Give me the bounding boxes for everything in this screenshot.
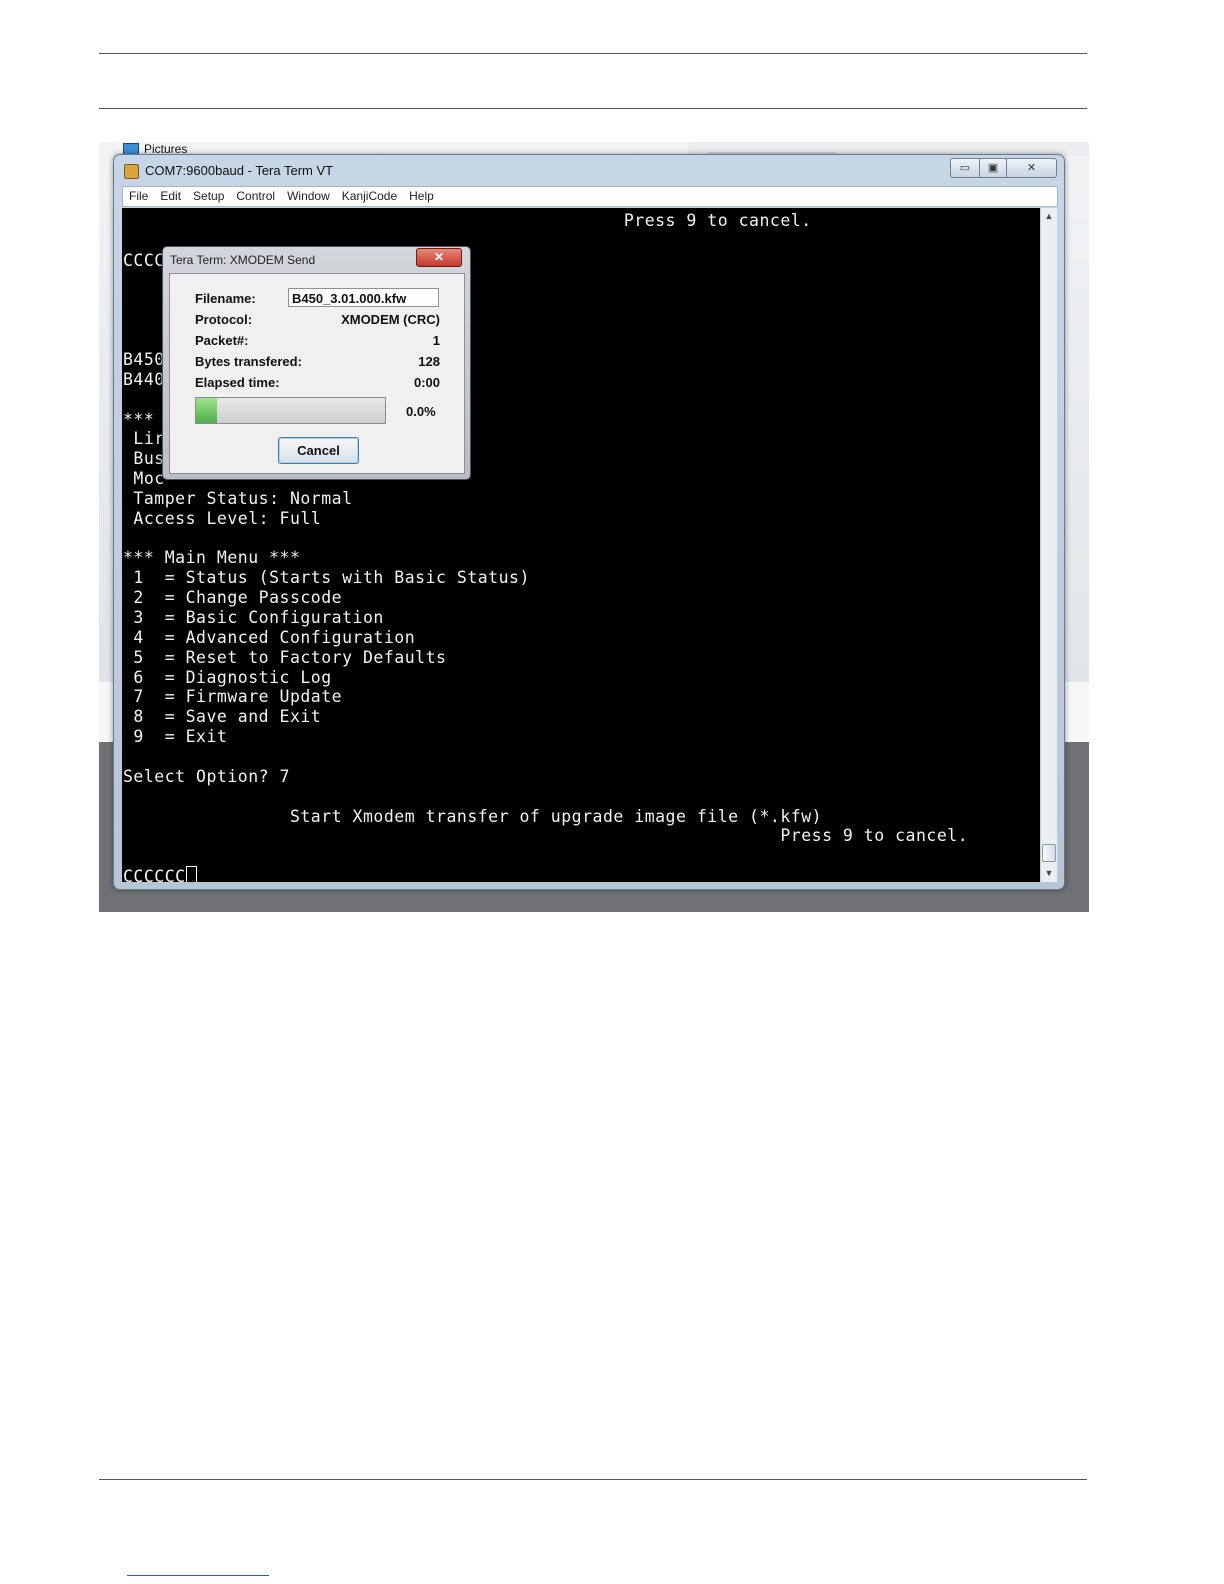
terminal-line: 1 = Status (Starts with Basic Status) — [123, 568, 530, 588]
menu-control[interactable]: Control — [230, 187, 281, 203]
elapsed-time-label: Elapsed time: — [195, 375, 280, 390]
packet-label: Packet#: — [195, 333, 249, 348]
terminal-line: 9 = Exit — [123, 727, 228, 747]
menu-help[interactable]: Help — [403, 187, 440, 203]
packet-value: 1 — [432, 333, 440, 348]
progress-percent: 0.0% — [406, 404, 436, 419]
menu-kanjicode[interactable]: KanjiCode — [336, 187, 403, 203]
menu-setup[interactable]: Setup — [187, 187, 230, 203]
dialog-title: Tera Term: XMODEM Send — [170, 253, 316, 267]
screenshot: Pictures COM7:9600baud - Tera Term VT ▭ … — [99, 142, 1089, 912]
terminal-line: 3 = Basic Configuration — [123, 608, 384, 627]
protocol-label: Protocol: — [195, 312, 253, 327]
cancel-button[interactable]: Cancel — [278, 437, 359, 464]
terminal-cursor — [185, 866, 197, 882]
menu-edit[interactable]: Edit — [154, 187, 187, 203]
dialog-close-button[interactable]: ✕ — [416, 248, 462, 267]
bytes-transferred-value: 128 — [418, 354, 440, 369]
terminal-line: *** Main Menu *** — [123, 548, 301, 568]
vertical-scrollbar[interactable]: ▲ ▼ — [1040, 208, 1057, 882]
footer-rule — [99, 1479, 1087, 1480]
terminal-line: 6 = Diagnostic Log — [123, 667, 332, 687]
dialog-body: Filename: B450_3.01.000.kfw Protocol: XM… — [169, 273, 465, 474]
header-rule — [99, 108, 1087, 109]
window-titlebar[interactable]: COM7:9600baud - Tera Term VT ▭ ▣ ✕ — [114, 155, 1064, 185]
menu-window[interactable]: Window — [281, 187, 336, 203]
terminal-line: Access Level: Full — [123, 508, 322, 528]
top-rule — [99, 53, 1087, 54]
terminal-line: 7 = Firmware Update — [123, 687, 343, 707]
terminal-line: 8 = Save and Exit — [123, 707, 322, 727]
footer-link-underline — [127, 1575, 269, 1576]
filename-label: Filename: — [195, 291, 256, 306]
terminal-line: Lir — [123, 429, 165, 449]
window-title: COM7:9600baud - Tera Term VT — [145, 163, 334, 178]
terminal-line: Select Option? 7 — [123, 766, 290, 786]
terminal-line: CCCCCC — [123, 866, 197, 882]
teraterm-app-icon[interactable] — [124, 164, 139, 179]
terminal-line: CCCC — [123, 250, 165, 270]
scroll-up-arrow-icon[interactable]: ▲ — [1041, 208, 1057, 224]
transfer-progress-bar — [195, 397, 386, 424]
terminal-line: *** — [123, 409, 155, 429]
scroll-down-arrow-icon[interactable]: ▼ — [1041, 865, 1057, 881]
elapsed-time-value: 0:00 — [413, 375, 440, 390]
close-button[interactable]: ✕ — [1006, 158, 1057, 178]
terminal-line: Tamper Status: Normal — [123, 488, 353, 508]
filename-field[interactable]: B450_3.01.000.kfw — [288, 288, 439, 307]
scroll-thumb[interactable] — [1042, 844, 1056, 862]
terminal-line: Moc — [123, 469, 165, 489]
terminal-line: 4 = Advanced Configuration — [123, 627, 416, 647]
menu-bar: File Edit Setup Control Window KanjiCode Help — [122, 186, 1058, 207]
protocol-value: XMODEM (CRC) — [341, 312, 440, 327]
terminal-line: Start Xmodem transfer of upgrade image f… — [123, 806, 823, 826]
terminal-line: Press 9 to cancel. — [123, 211, 812, 230]
teraterm-window: COM7:9600baud - Tera Term VT ▭ ▣ ✕ File E… — [113, 154, 1065, 890]
xmodem-send-dialog: Tera Term: XMODEM Send ✕ Filename: B450_… — [162, 246, 471, 480]
terminal-line: Press 9 to cancel. — [123, 826, 969, 846]
minimize-button[interactable]: ▭ — [950, 158, 980, 178]
terminal-line: 2 = Change Passcode — [123, 588, 343, 608]
terminal-line: 5 = Reset to Factory Defaults — [123, 647, 447, 667]
progress-fill — [196, 398, 217, 423]
terminal-line: B440 — [123, 369, 165, 389]
maximize-button[interactable]: ▣ — [979, 158, 1007, 178]
menu-file[interactable]: File — [123, 187, 154, 203]
bytes-transferred-label: Bytes transfered: — [195, 354, 302, 369]
terminal-line: Bus — [123, 449, 165, 469]
